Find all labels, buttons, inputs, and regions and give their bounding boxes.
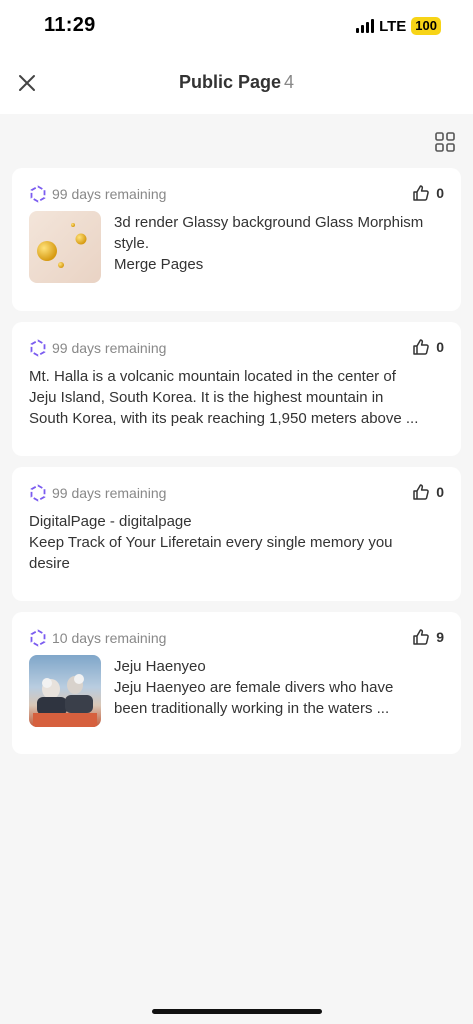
card-title-continued: style. [114, 235, 150, 252]
public-page-screen: 11:29 LTE 100 Public Page 4 99 days rema… [0, 0, 473, 1024]
card-title: Jeju Haenyeo [114, 658, 206, 675]
page-card[interactable]: 99 days remaining 0 Mt. Halla is a volca… [12, 322, 461, 456]
page-card[interactable]: 10 days remaining 9 Jeju Haenyeo Jeju Ha… [12, 612, 461, 754]
card-text-line: South Korea, with its peak reaching 1,95… [29, 410, 419, 427]
haenyeo-photo-thumbnail [29, 655, 101, 727]
card-title: 3d render Glassy background Glass Morphi… [114, 214, 424, 231]
card-body: Jeju Haenyeo Jeju Haenyeo are female div… [114, 656, 393, 719]
hexagon-logo-icon [30, 339, 46, 357]
card-text-line: Jeju Haenyeo are female divers who have [114, 679, 394, 696]
thumbs-up-icon [413, 629, 430, 645]
like-count: 0 [436, 185, 444, 201]
like-button[interactable]: 9 [412, 628, 444, 646]
grid-view-button[interactable] [433, 130, 457, 154]
card-body: Mt. Halla is a volcanic mountain located… [29, 366, 418, 429]
page-card[interactable]: 99 days remaining 0 DigitalPage - digita… [12, 467, 461, 601]
signal-icon [356, 19, 375, 33]
thumbs-up-icon [413, 185, 430, 201]
page-title: Public Page 4 [0, 72, 473, 93]
like-count: 0 [436, 484, 444, 500]
days-remaining: 10 days remaining [52, 630, 167, 646]
card-body: DigitalPage - digitalpage Keep Track of … [29, 511, 393, 574]
page-count: 4 [284, 72, 295, 92]
header: Public Page 4 [0, 54, 473, 114]
days-remaining: 99 days remaining [52, 485, 167, 501]
hexagon-logo-icon [30, 484, 46, 502]
like-button[interactable]: 0 [412, 483, 444, 501]
card-meta: 99 days remaining [29, 339, 166, 357]
status-bar: 11:29 LTE 100 [0, 0, 473, 54]
spheres-image [37, 223, 87, 268]
home-indicator[interactable] [152, 1009, 322, 1014]
card-description: Merge Pages [114, 256, 204, 273]
days-remaining: 99 days remaining [52, 186, 167, 202]
divers-image [33, 674, 97, 727]
network-label: LTE [379, 17, 407, 35]
like-count: 9 [436, 629, 444, 645]
like-button[interactable]: 0 [412, 184, 444, 202]
card-text-line: been traditionally working in the waters… [114, 700, 390, 717]
grid-icon [435, 132, 455, 152]
like-count: 0 [436, 339, 444, 355]
glass-spheres-thumbnail [29, 211, 101, 283]
card-meta: 99 days remaining [29, 484, 166, 502]
hexagon-logo-icon [30, 629, 46, 647]
card-text-line: Mt. Halla is a volcanic mountain located… [29, 368, 396, 385]
page-title-text: Public Page [178, 72, 282, 92]
days-remaining: 99 days remaining [52, 340, 167, 356]
status-time: 11:29 [44, 14, 96, 36]
card-text-line: Jeju Island, South Korea. It is the high… [29, 389, 384, 406]
card-meta: 99 days remaining [29, 185, 166, 203]
card-body: 3d render Glassy background Glass Morphi… [114, 212, 423, 275]
battery-indicator: 100 [411, 17, 441, 35]
card-text-line: Keep Track of Your Liferetain every sing… [29, 534, 393, 551]
hexagon-logo-icon [30, 185, 46, 203]
status-indicators: LTE 100 [356, 17, 441, 35]
thumbs-up-icon [413, 484, 430, 500]
card-title: DigitalPage - digitalpage [29, 513, 192, 530]
thumbs-up-icon [413, 339, 430, 355]
page-card[interactable]: 99 days remaining 0 3d render Glassy bac… [12, 168, 461, 311]
card-meta: 10 days remaining [29, 629, 166, 647]
card-text-line: desire [29, 555, 70, 572]
like-button[interactable]: 0 [412, 338, 444, 356]
